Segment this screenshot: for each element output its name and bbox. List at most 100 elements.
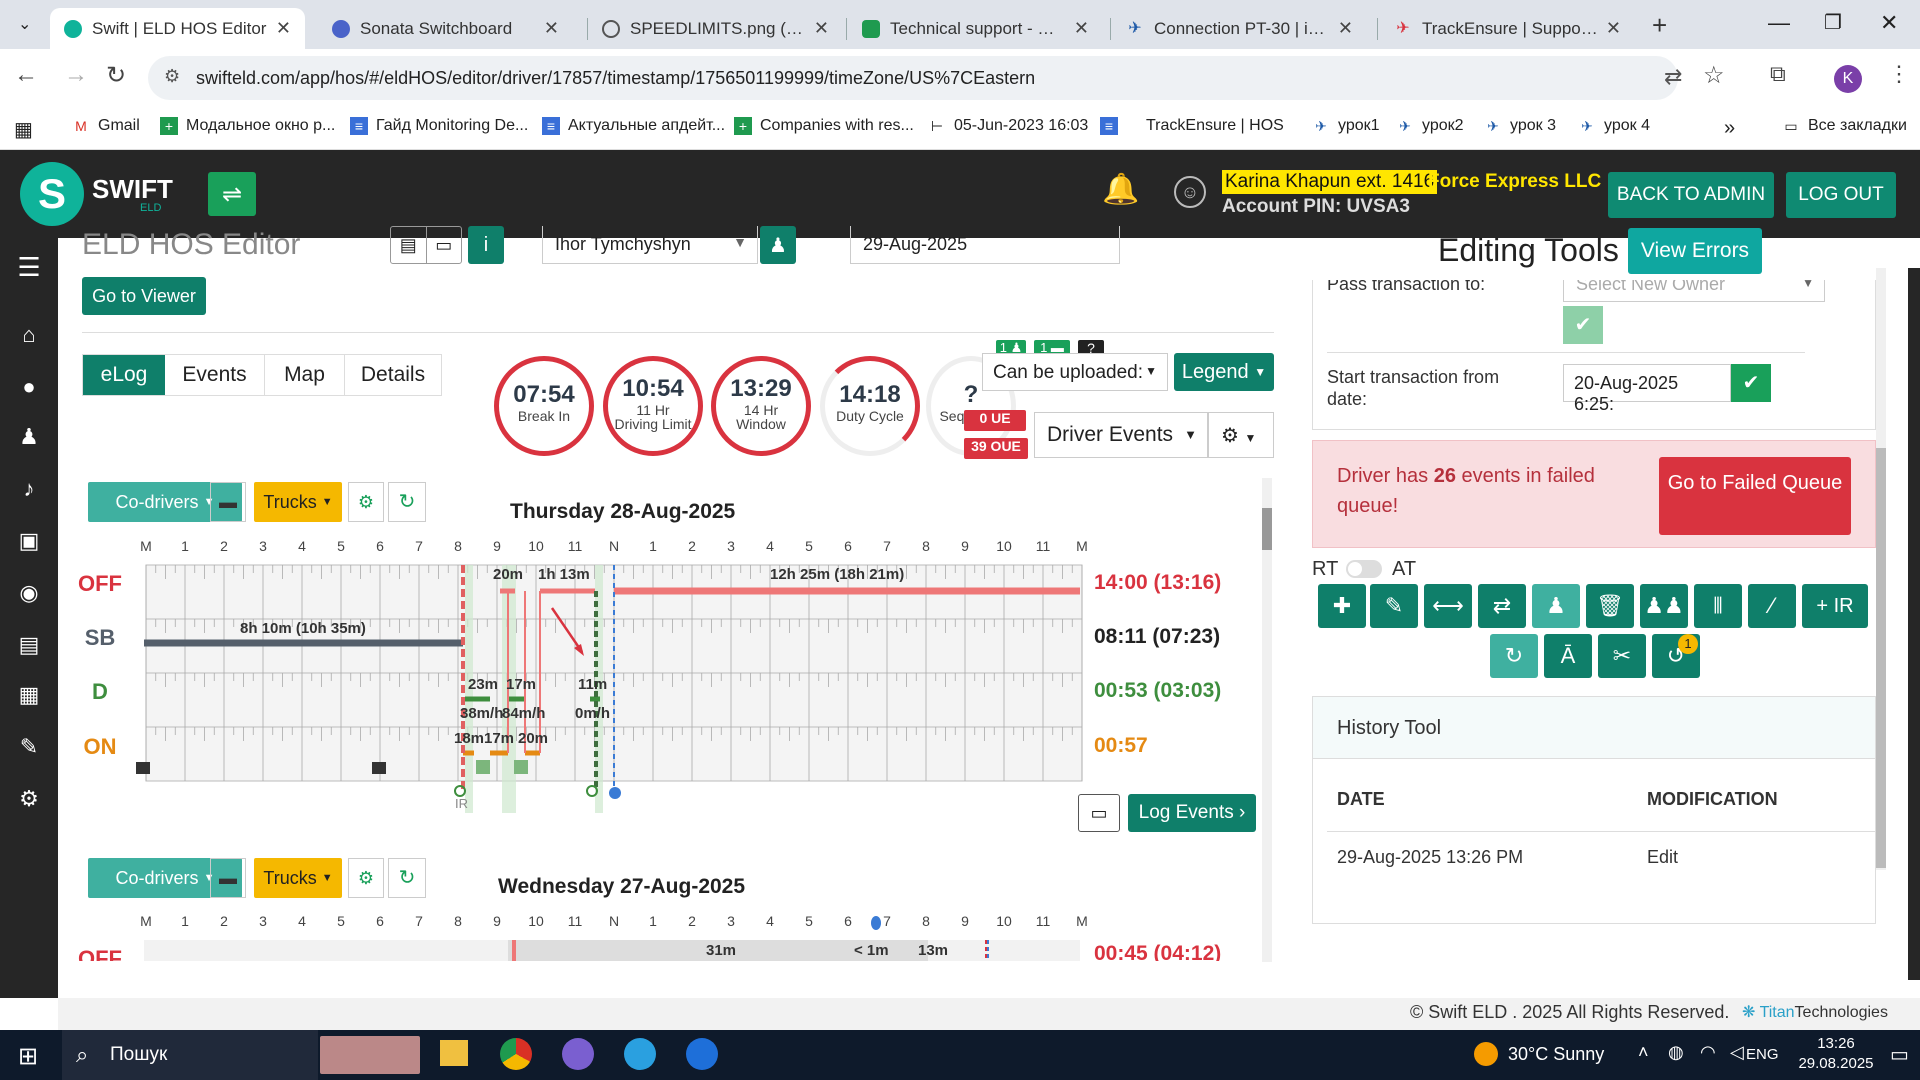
- camera-icon[interactable]: [136, 762, 150, 774]
- duration-label: < 1m: [854, 942, 889, 959]
- total-d: 00:53 (03:03): [1094, 679, 1222, 702]
- engine-event-icon[interactable]: [476, 760, 490, 774]
- taskbar-search[interactable]: ⌕ Пошук: [62, 1030, 318, 1080]
- assign-driver-button[interactable]: ♟: [1532, 584, 1580, 628]
- confirm-owner-button[interactable]: ✔: [1563, 306, 1603, 344]
- add-ir-button[interactable]: + IR: [1802, 584, 1868, 628]
- trash-icon: 🗑: [1596, 593, 1624, 618]
- hour-label: 8: [454, 913, 462, 929]
- hour-label: 10: [528, 913, 544, 929]
- trucks-dropdown-2[interactable]: Trucks ▼: [254, 858, 342, 898]
- pass-transaction-label: Pass transaction to:: [1327, 280, 1486, 294]
- view-errors-button[interactable]: View Errors: [1628, 228, 1762, 274]
- refresh-button-2[interactable]: ↻: [388, 858, 426, 898]
- engine-event-icon[interactable]: [514, 760, 528, 774]
- history-tool-panel: History Tool DATE MODIFICATION 29-Aug-20…: [1312, 696, 1876, 924]
- hour-label: 1: [649, 913, 657, 929]
- magic-wand-button[interactable]: ⁄: [1748, 584, 1796, 628]
- hour-label: 1: [181, 913, 189, 929]
- log-events-button[interactable]: Log Events ›: [1128, 794, 1256, 832]
- search-highlight-image[interactable]: [320, 1036, 420, 1074]
- clock[interactable]: 13:26 29.08.2025: [1796, 1034, 1876, 1074]
- new-owner-select[interactable]: Select New Owner ▼: [1563, 280, 1825, 302]
- search-marker-icon[interactable]: [454, 785, 466, 797]
- refresh-icon: ↻: [398, 867, 416, 889]
- hour-label: 9: [961, 913, 969, 929]
- comment-button[interactable]: ▭: [1078, 794, 1120, 832]
- history-col-modification: MODIFICATION: [1647, 789, 1778, 809]
- edit-event-button[interactable]: ✎: [1370, 584, 1418, 628]
- user-icon: ♟: [1546, 593, 1566, 618]
- notification-center-icon[interactable]: ▭: [1890, 1042, 1909, 1067]
- total-on: 00:57: [1094, 734, 1148, 757]
- columns-button[interactable]: ⦀: [1694, 584, 1742, 628]
- add-event-button[interactable]: ✚: [1318, 584, 1366, 628]
- titan-logo[interactable]: ❋ TitanTechnologies: [1742, 1002, 1888, 1022]
- check-icon: ✔: [1742, 372, 1760, 394]
- hour-label: 5: [805, 913, 813, 929]
- camera-icon[interactable]: [372, 762, 386, 774]
- hour-label: 6: [844, 913, 852, 929]
- viber-icon[interactable]: [562, 1038, 594, 1070]
- transaction-panel: Pass transaction to: Select New Owner ▼ …: [1312, 280, 1876, 430]
- wifi-icon[interactable]: ◠: [1700, 1042, 1716, 1063]
- total-sb: 08:11 (07:23): [1094, 625, 1221, 648]
- volume-icon[interactable]: ◁: [1730, 1042, 1744, 1063]
- sync-button[interactable]: ↻: [1490, 634, 1538, 678]
- history-row-date: 29-Aug-2025 13:26 PM: [1337, 847, 1524, 867]
- weather-text[interactable]: 30°C Sunny: [1508, 1044, 1604, 1065]
- duration-label: 17m: [484, 730, 515, 747]
- language-indicator[interactable]: ENG: [1746, 1046, 1779, 1063]
- hour-label: M: [140, 913, 152, 929]
- hour-label: 7: [415, 913, 423, 929]
- windows-start-icon[interactable]: ⊞: [18, 1042, 38, 1071]
- hour-label: M: [1076, 913, 1088, 929]
- check-icon: ✔: [1574, 314, 1592, 336]
- chrome-icon[interactable]: [500, 1038, 532, 1070]
- rt-label: RT: [1312, 558, 1339, 580]
- history-col-date: DATE: [1337, 789, 1385, 809]
- rt-at-toggle[interactable]: [1346, 560, 1382, 578]
- duration-label: 11m: [578, 676, 608, 693]
- truck-button-2[interactable]: ▬: [210, 858, 246, 898]
- swap-events-button[interactable]: ⇄: [1478, 584, 1526, 628]
- plus-icon: ✚: [1332, 593, 1352, 618]
- engine-button-2[interactable]: ⚙: [348, 858, 384, 898]
- tools-scrollbar[interactable]: [1876, 268, 1886, 870]
- hour-label: 5: [337, 913, 345, 929]
- columns-icon: ⦀: [1713, 593, 1723, 618]
- location-pin-icon[interactable]: [871, 916, 881, 930]
- hour-label: 8: [922, 913, 930, 929]
- hour-label: 4: [766, 913, 774, 929]
- go-to-failed-queue-button[interactable]: Go to Failed Queue: [1659, 457, 1851, 535]
- main-scrollbar[interactable]: [1262, 478, 1272, 962]
- network-icon[interactable]: ◍: [1668, 1042, 1684, 1063]
- day2-title: Wednesday 27-Aug-2025: [498, 875, 746, 898]
- stretch-event-button[interactable]: ⟷: [1424, 584, 1472, 628]
- window-scrollbar[interactable]: [1908, 268, 1920, 980]
- confirm-date-button[interactable]: ✔: [1731, 364, 1771, 402]
- duration-label: 13m: [918, 942, 949, 959]
- delete-event-button[interactable]: 🗑: [1586, 584, 1634, 628]
- hour-label: 3: [259, 913, 267, 929]
- tray-expand-icon[interactable]: ˄: [1638, 1042, 1649, 1063]
- telegram-icon[interactable]: [624, 1038, 656, 1070]
- failed-queue-alert: Driver has 26 events in failed queue! Go…: [1312, 440, 1876, 548]
- sync-icon: ↻: [1504, 643, 1524, 668]
- phone-app-icon[interactable]: [686, 1038, 718, 1070]
- swap-icon: ⇄: [1492, 593, 1512, 618]
- file-explorer-icon[interactable]: [440, 1040, 468, 1066]
- duration-label: 23m: [468, 676, 499, 693]
- duration-label: 20m: [518, 730, 549, 747]
- scissors-icon: ✂: [1612, 643, 1632, 668]
- ir-label: IR: [455, 796, 468, 811]
- current-time-dot: [609, 787, 621, 799]
- co-driver-button[interactable]: ♟♟: [1640, 584, 1688, 628]
- history-count-badge: 1: [1678, 634, 1698, 654]
- hour-label: 4: [298, 913, 306, 929]
- start-date-field[interactable]: 20-Aug-2025 6:25:: [1563, 364, 1731, 414]
- pencil-icon: ✎: [1384, 593, 1404, 618]
- cut-button[interactable]: ✂: [1598, 634, 1646, 678]
- weather-sun-icon: [1474, 1042, 1498, 1066]
- text-tool-button[interactable]: Ā: [1544, 634, 1592, 678]
